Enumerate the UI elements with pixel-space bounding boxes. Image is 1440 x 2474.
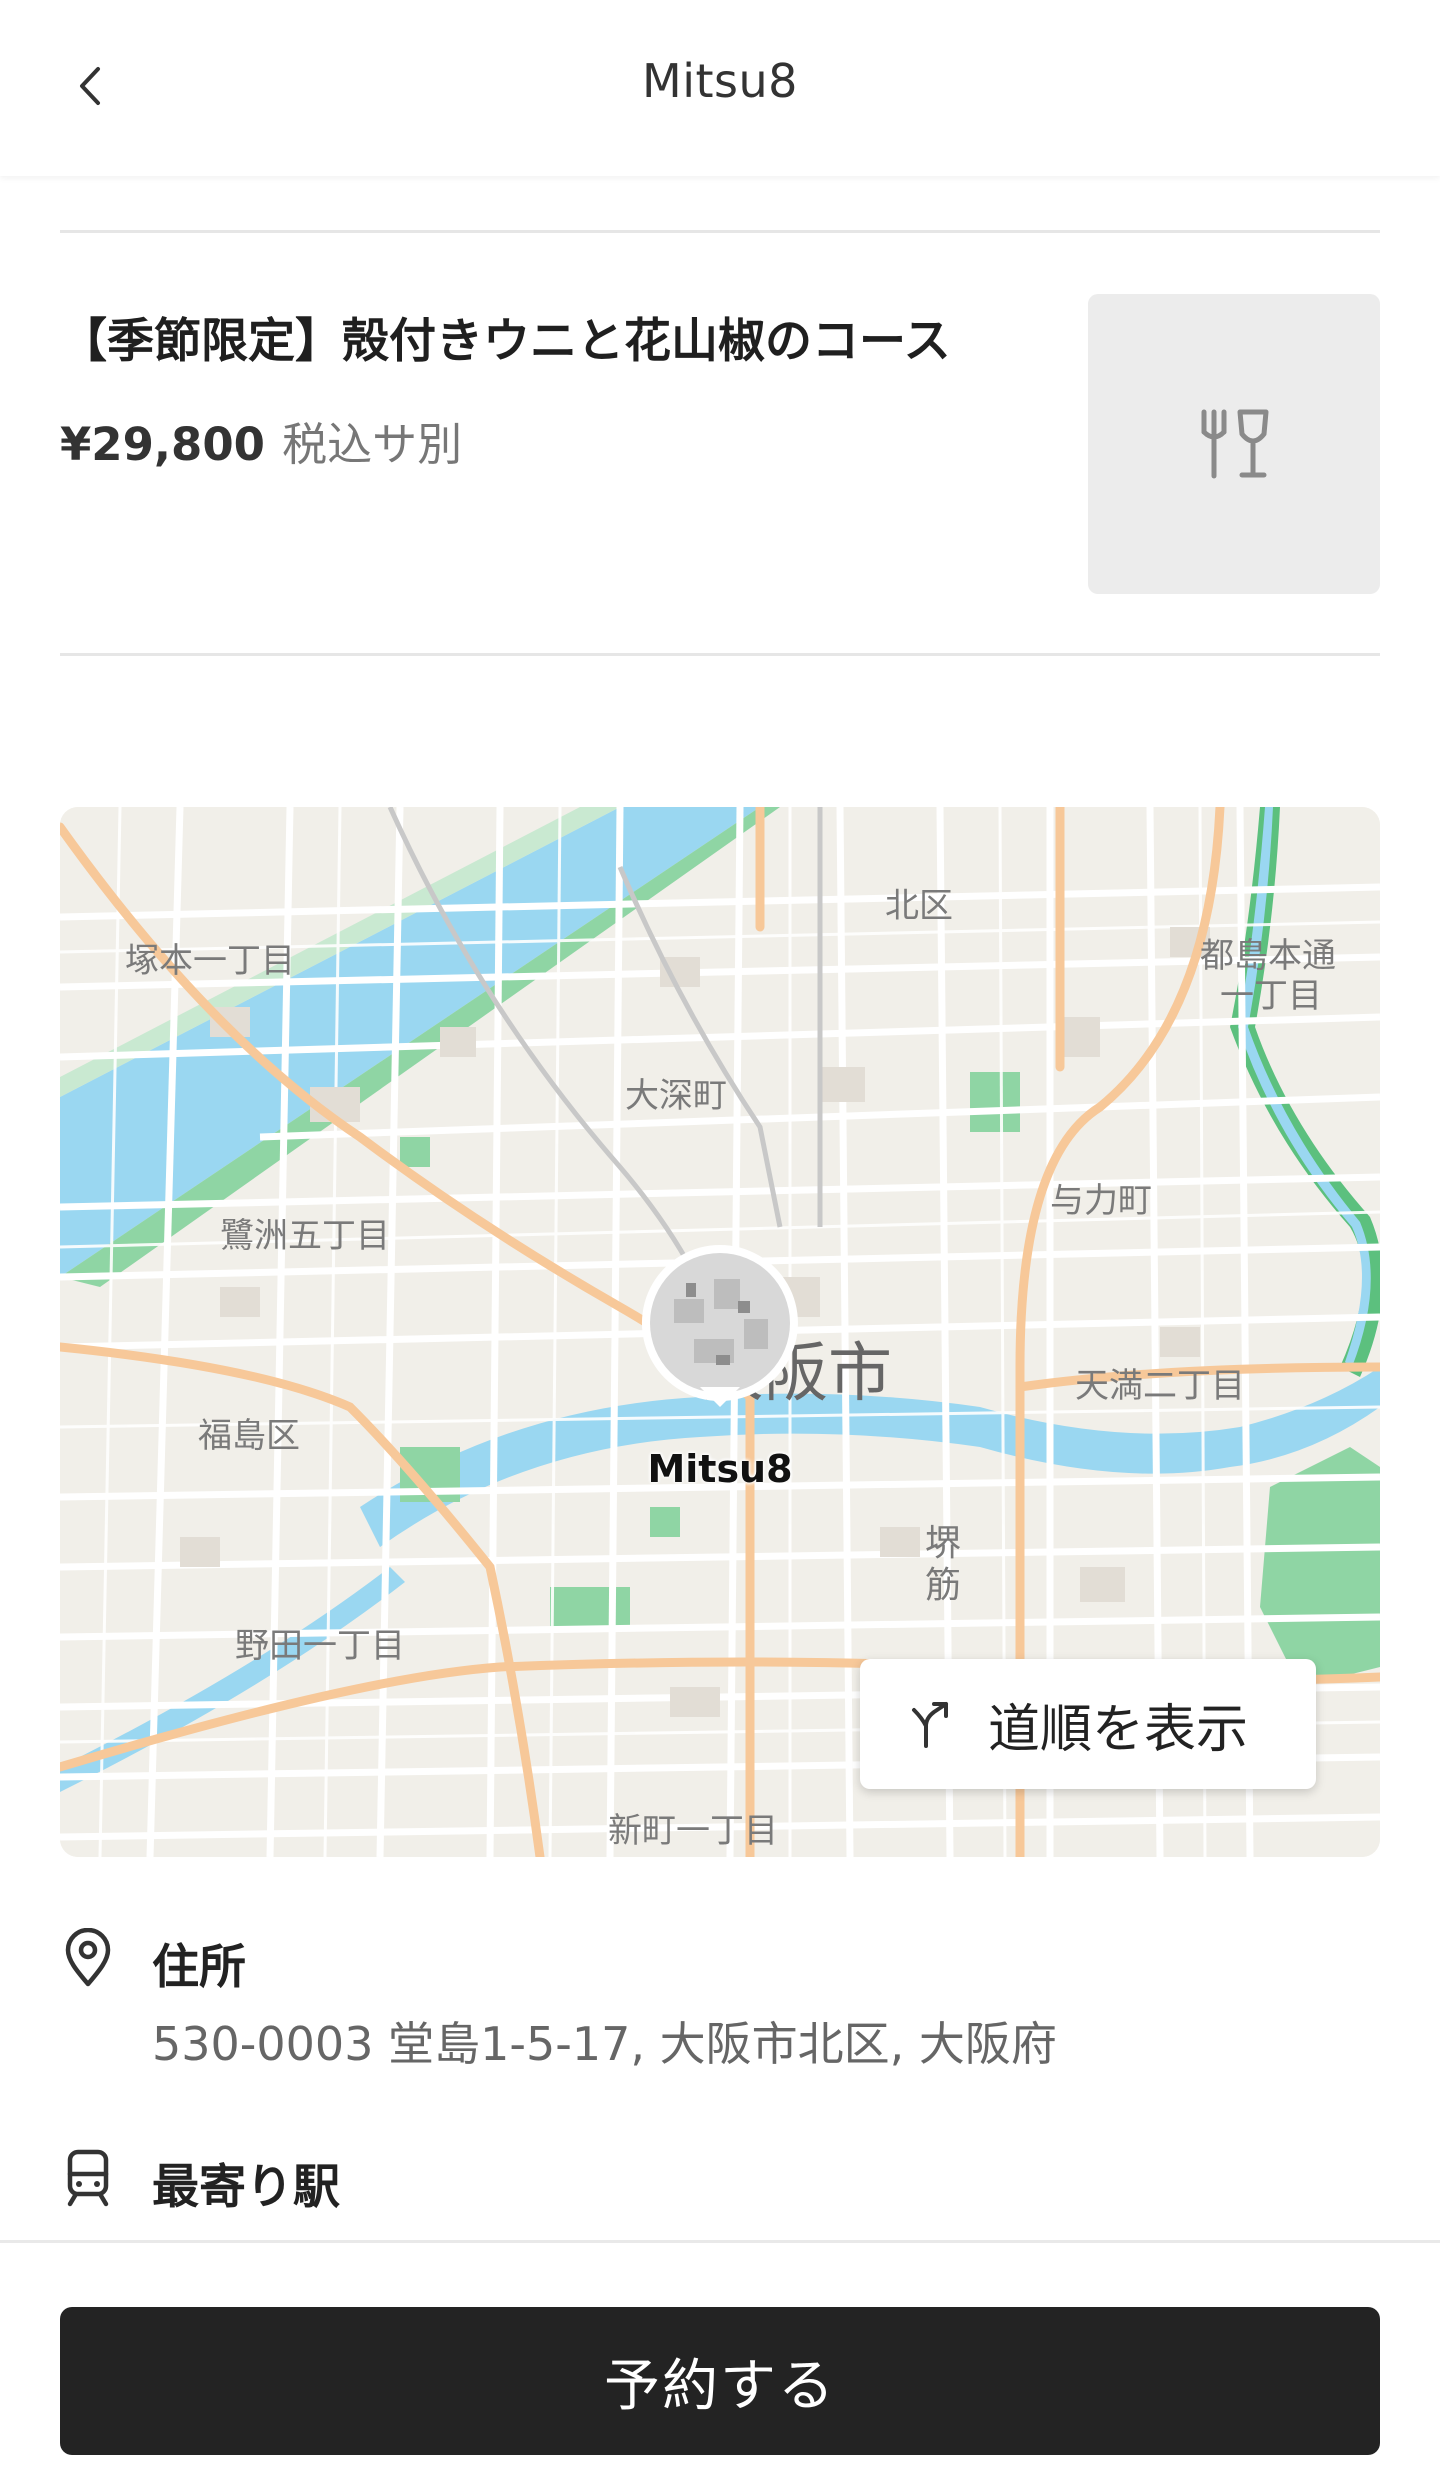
map-label-kita: 北区 bbox=[885, 886, 953, 926]
map-label-fukushima: 福島区 bbox=[198, 1416, 300, 1456]
nearest-station-heading: 最寄り駅 bbox=[152, 2160, 340, 2215]
course-title: 【季節限定】殻付きウニと花山椒のコース bbox=[60, 314, 951, 369]
restaurant-map-marker[interactable] bbox=[634, 1239, 806, 1411]
reserve-button[interactable]: 予約する bbox=[60, 2307, 1380, 2455]
map-label-tenma: 天満二丁目 bbox=[1075, 1366, 1245, 1406]
location-map[interactable]: 北区 塚本一丁目 都島本通 一丁目 大深町 与力町 鷺洲五丁目 大阪市 天満二丁… bbox=[60, 807, 1380, 1857]
course-item[interactable]: 【季節限定】殻付きウニと花山椒のコース ¥29,800 税込サ別 bbox=[60, 290, 1380, 600]
address-value: 530-0003 堂島1-5-17, 大阪市北区, 大阪府 bbox=[152, 2017, 1057, 2071]
train-icon bbox=[67, 2149, 109, 2207]
divider bbox=[60, 653, 1380, 656]
map-label-tsukamoto: 塚本一丁目 bbox=[125, 941, 295, 981]
course-price: ¥29,800 bbox=[60, 418, 265, 471]
address-row: 住所 530-0003 堂島1-5-17, 大阪市北区, 大阪府 bbox=[60, 1928, 1380, 2071]
address-heading: 住所 bbox=[152, 1940, 246, 1995]
map-pin-icon bbox=[641, 1245, 798, 1407]
divider bbox=[60, 230, 1380, 233]
top-app-bar: Mitsu8 bbox=[0, 0, 1440, 176]
bottom-action-bar: 予約する bbox=[0, 2240, 1440, 2474]
map-label-noda: 野田一丁目 bbox=[235, 1626, 405, 1666]
nearest-station-row: 最寄り駅 bbox=[60, 2148, 1380, 2218]
map-label-yoriki: 与力町 bbox=[1050, 1181, 1152, 1221]
map-label-miyakojima-2: 一丁目 bbox=[1220, 976, 1322, 1016]
directions-arrow-icon bbox=[912, 1702, 948, 1748]
map-marker-label: Mitsu8 bbox=[647, 1447, 793, 1491]
directions-button[interactable]: 道順を表示 bbox=[860, 1659, 1316, 1789]
location-pin-icon bbox=[65, 1928, 111, 1987]
map-label-sakai-2: 筋 bbox=[925, 1565, 961, 1606]
map-label-sakai-1: 堺 bbox=[925, 1523, 961, 1564]
directions-label: 道順を表示 bbox=[988, 1699, 1249, 1760]
course-thumbnail bbox=[1088, 294, 1380, 594]
map-label-shinmachi: 新町一丁目 bbox=[608, 1811, 778, 1851]
map-label-ofuka: 大深町 bbox=[625, 1076, 727, 1116]
map-label-sagisu: 鷺洲五丁目 bbox=[220, 1216, 390, 1256]
course-price-row: ¥29,800 税込サ別 bbox=[60, 408, 462, 473]
map-label-miyakojima-1: 都島本通 bbox=[1200, 936, 1336, 976]
course-tax-note: 税込サ別 bbox=[282, 418, 463, 471]
restaurant-detail-page: Mitsu8 【季節限定】殻付きウニと花山椒のコース ¥29,800 税込サ別 bbox=[0, 0, 1440, 2474]
fork-and-glass-icon bbox=[1201, 409, 1269, 479]
page-title: Mitsu8 bbox=[642, 54, 798, 108]
